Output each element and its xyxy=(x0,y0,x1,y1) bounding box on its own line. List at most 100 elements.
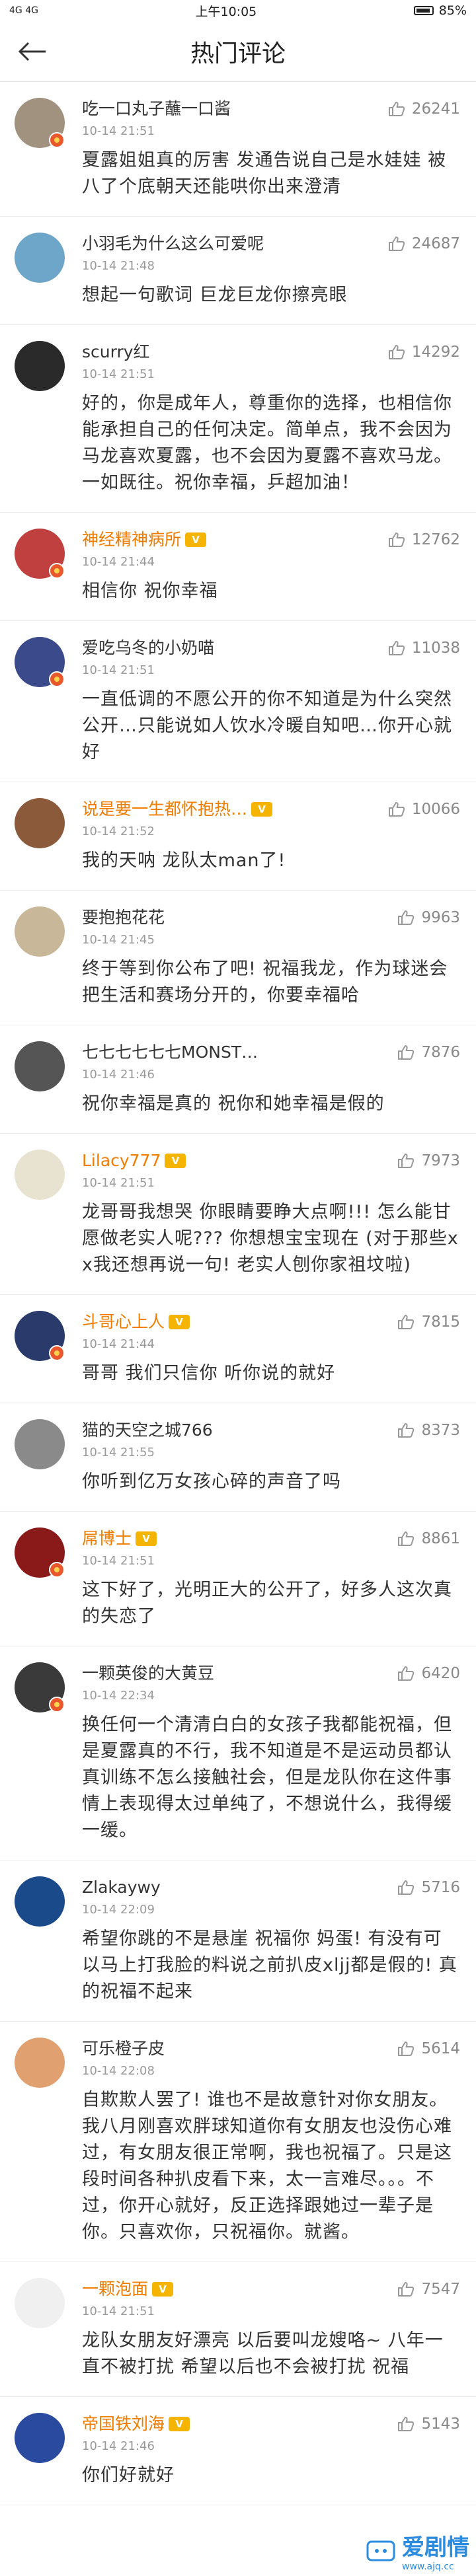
thumbs-up-icon xyxy=(398,1154,415,1168)
avatar[interactable] xyxy=(15,2038,65,2088)
comment-time: 10-14 21:51 xyxy=(82,663,155,677)
username[interactable]: 小羽毛为什么这么可爱呢 xyxy=(82,233,264,255)
avatar[interactable] xyxy=(15,2413,65,2463)
avatar[interactable] xyxy=(15,1041,65,1091)
username-text[interactable]: 说是要一生都怀抱热… xyxy=(82,798,247,821)
comment-item[interactable]: scurry红 14292 10-14 21:51 好的，你是成年人，尊重你的选… xyxy=(0,325,476,513)
username[interactable]: 说是要一生都怀抱热… xyxy=(82,798,273,821)
like-button[interactable]: 5614 xyxy=(397,2038,460,2060)
username-text[interactable]: 猫的天空之城766 xyxy=(82,1419,213,1442)
username[interactable]: 七七七七七七MONST… xyxy=(82,1041,258,1064)
comment-item[interactable]: 一颗英俊的大黄豆 6420 10-14 22:34 换任何一个清清白白的女孩子我… xyxy=(0,1646,476,1860)
avatar[interactable] xyxy=(15,798,65,848)
username-text[interactable]: 屌博士 xyxy=(82,1527,132,1550)
comment-item[interactable]: 屌博士 8861 10-14 21:51 这下好了，光明正大的公开了，好多人这次… xyxy=(0,1512,476,1646)
comment-item[interactable]: 猫的天空之城766 8373 10-14 21:55 你听到亿万女孩心碎的声音了… xyxy=(0,1403,476,1512)
comment-item[interactable]: 说是要一生都怀抱热… 10066 10-14 21:52 我的天呐 龙队太man… xyxy=(0,782,476,891)
comment-body: 可乐橙子皮 5614 10-14 22:08 自欺欺人罢了! 谁也不是故意针对你… xyxy=(70,2038,460,2246)
username[interactable]: 要抱抱花花 xyxy=(82,906,165,929)
like-button[interactable]: 12762 xyxy=(388,529,460,551)
username-text[interactable]: 神经精神病所 xyxy=(82,529,181,551)
like-button[interactable]: 8861 xyxy=(397,1527,460,1550)
username[interactable]: 屌博士 xyxy=(82,1527,157,1550)
like-button[interactable]: 24687 xyxy=(388,233,460,255)
username-text[interactable]: 一颗泡面 xyxy=(82,2278,148,2300)
avatar[interactable] xyxy=(15,906,65,957)
like-button[interactable]: 5716 xyxy=(397,1876,460,1899)
comment-item[interactable]: 要抱抱花花 9963 10-14 21:45 终于等到你公布了吧! 祝福我龙，作… xyxy=(0,891,476,1025)
avatar[interactable] xyxy=(15,233,65,283)
username[interactable]: 帝国铁刘海 xyxy=(82,2413,190,2435)
thumbs-up-icon xyxy=(398,2282,415,2297)
back-button[interactable] xyxy=(15,34,50,69)
username[interactable]: 可乐橙子皮 xyxy=(82,2038,165,2060)
comment-item[interactable]: 小羽毛为什么这么可爱呢 24687 10-14 21:48 想起一句歌词 巨龙巨… xyxy=(0,217,476,325)
comment-item[interactable]: 七七七七七七MONST… 7876 10-14 21:46 祝你幸福是真的 祝你… xyxy=(0,1025,476,1134)
username-text[interactable]: 小羽毛为什么这么可爱呢 xyxy=(82,233,264,255)
avatar[interactable] xyxy=(15,1150,65,1200)
username[interactable]: 一颗泡面 xyxy=(82,2278,174,2300)
comment-item[interactable]: 爱吃乌冬的小奶喵 11038 10-14 21:51 一直低调的不愿公开的你不知… xyxy=(0,621,476,782)
username[interactable]: 爱吃乌冬的小奶喵 xyxy=(82,637,214,659)
comment-item[interactable]: 吃一口丸子蘸一口酱 26241 10-14 21:51 夏露姐姐真的厉害 发通告… xyxy=(0,82,476,217)
like-button[interactable]: 6420 xyxy=(397,1662,460,1685)
verified-badge-icon xyxy=(49,671,65,687)
like-button[interactable]: 26241 xyxy=(388,98,460,120)
username-text[interactable]: 可乐橙子皮 xyxy=(82,2038,165,2060)
comment-time: 10-14 22:08 xyxy=(82,2064,155,2078)
username[interactable]: scurry红 xyxy=(82,341,150,363)
comment-item[interactable]: 帝国铁刘海 5143 10-14 21:46 你们好就好 xyxy=(0,2397,476,2505)
comment-item[interactable]: 可乐橙子皮 5614 10-14 22:08 自欺欺人罢了! 谁也不是故意针对你… xyxy=(0,2022,476,2262)
comment-text: 哥哥 我们只信你 听你说的就好 xyxy=(82,1363,336,1383)
comment-item[interactable]: Zlakaywy 5716 10-14 22:09 希望你跳的不是悬崖 祝福你 … xyxy=(0,1860,476,2022)
like-button[interactable]: 7547 xyxy=(397,2278,460,2300)
verified-badge-icon xyxy=(49,1562,65,1578)
avatar[interactable] xyxy=(15,1419,65,1469)
username-text[interactable]: 爱吃乌冬的小奶喵 xyxy=(82,637,214,659)
avatar[interactable] xyxy=(15,1876,65,1927)
username-text[interactable]: Lilacy777 xyxy=(82,1150,161,1172)
username-text[interactable]: Zlakaywy xyxy=(82,1876,161,1899)
like-button[interactable]: 11038 xyxy=(388,637,460,659)
username-text[interactable]: 斗哥心上人 xyxy=(82,1311,165,1333)
comment-body: 吃一口丸子蘸一口酱 26241 10-14 21:51 夏露姐姐真的厉害 发通告… xyxy=(70,98,460,200)
like-button[interactable]: 8373 xyxy=(397,1419,460,1442)
comment-item[interactable]: Lilacy777 7973 10-14 21:51 龙哥哥我想哭 你眼睛要睁大… xyxy=(0,1134,476,1295)
like-button[interactable]: 7973 xyxy=(397,1150,460,1172)
comment-item[interactable]: 神经精神病所 12762 10-14 21:44 相信你 祝你幸福 xyxy=(0,513,476,621)
avatar[interactable] xyxy=(15,341,65,391)
username-text[interactable]: 一颗英俊的大黄豆 xyxy=(82,1662,214,1685)
comment-text: 换任何一个清清白白的女孩子我都能祝福，但是夏露真的不行，我不知道是不是运动员都认… xyxy=(82,1714,452,1841)
like-button[interactable]: 7815 xyxy=(397,1311,460,1333)
username-text[interactable]: 帝国铁刘海 xyxy=(82,2413,165,2435)
avatar-wrap xyxy=(15,341,70,496)
comment-time: 10-14 21:51 xyxy=(82,367,155,381)
username-text[interactable]: 要抱抱花花 xyxy=(82,906,165,929)
username[interactable]: 神经精神病所 xyxy=(82,529,207,551)
like-button[interactable]: 5143 xyxy=(397,2413,460,2435)
username[interactable]: 一颗英俊的大黄豆 xyxy=(82,1662,214,1685)
like-button[interactable]: 9963 xyxy=(397,906,460,929)
thumbs-up-icon xyxy=(398,2417,415,2431)
avatar-wrap xyxy=(15,2038,70,2246)
comment-item[interactable]: 一颗泡面 7547 10-14 21:51 龙队女朋友好漂亮 以后要叫龙嫂咯~ … xyxy=(0,2262,476,2397)
avatar[interactable] xyxy=(15,2278,65,2328)
username-text[interactable]: scurry红 xyxy=(82,341,150,363)
comment-body: 猫的天空之城766 8373 10-14 21:55 你听到亿万女孩心碎的声音了… xyxy=(70,1419,460,1495)
comment-text: 我的天呐 龙队太man了! xyxy=(82,850,286,871)
username[interactable]: 猫的天空之城766 xyxy=(82,1419,213,1442)
like-button[interactable]: 10066 xyxy=(388,798,460,821)
username-text[interactable]: 吃一口丸子蘸一口酱 xyxy=(82,98,231,120)
comment-body: 七七七七七七MONST… 7876 10-14 21:46 祝你幸福是真的 祝你… xyxy=(70,1041,460,1117)
username[interactable]: 斗哥心上人 xyxy=(82,1311,190,1333)
username[interactable]: 吃一口丸子蘸一口酱 xyxy=(82,98,231,120)
comment-item[interactable]: 斗哥心上人 7815 10-14 21:44 哥哥 我们只信你 听你说的就好 xyxy=(0,1295,476,1403)
thumbs-up-icon xyxy=(388,802,405,817)
comment-text: 龙队女朋友好漂亮 以后要叫龙嫂咯~ 八年一直不被打扰 希望以后也不会被打扰 祝福 xyxy=(82,2330,444,2377)
comment-body: 斗哥心上人 7815 10-14 21:44 哥哥 我们只信你 听你说的就好 xyxy=(70,1311,460,1387)
like-button[interactable]: 7876 xyxy=(397,1041,460,1064)
username[interactable]: Zlakaywy xyxy=(82,1876,161,1899)
username-text[interactable]: 七七七七七七MONST… xyxy=(82,1041,258,1064)
username[interactable]: Lilacy777 xyxy=(82,1150,186,1172)
like-button[interactable]: 14292 xyxy=(388,341,460,363)
